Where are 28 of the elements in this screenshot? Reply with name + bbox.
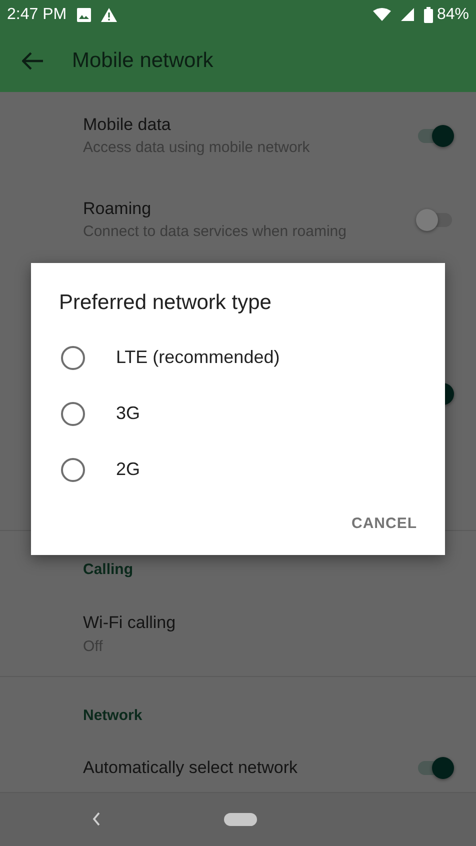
radio-option[interactable]: 3G bbox=[31, 386, 445, 442]
toggle-switch[interactable] bbox=[416, 124, 454, 148]
screen-title: Mobile network bbox=[72, 48, 214, 74]
setting-title: Roaming bbox=[83, 198, 152, 220]
radio-button[interactable] bbox=[61, 402, 85, 426]
radio-button[interactable] bbox=[61, 346, 85, 370]
setting-title: Automatically select network bbox=[83, 756, 298, 779]
warning-icon bbox=[100, 8, 117, 22]
cancel-button[interactable]: CANCEL bbox=[344, 506, 425, 541]
back-chevron-icon[interactable] bbox=[92, 812, 101, 826]
toggle-switch[interactable] bbox=[416, 756, 454, 780]
signal-icon bbox=[400, 8, 414, 22]
section-header: Network bbox=[82, 706, 144, 726]
back-arrow-icon[interactable] bbox=[22, 52, 44, 70]
home-pill-icon[interactable] bbox=[224, 812, 257, 826]
wifi-icon bbox=[372, 8, 391, 22]
battery-percent: 84% bbox=[436, 4, 469, 25]
dialog-title: Preferred network type bbox=[59, 290, 272, 316]
toggle-switch[interactable] bbox=[416, 208, 454, 232]
status-time: 2:47 PM bbox=[7, 4, 67, 25]
setting-title: Mobile data bbox=[83, 114, 172, 136]
image-icon bbox=[76, 8, 91, 22]
radio-option[interactable]: LTE (recommended) bbox=[31, 330, 445, 386]
battery-icon bbox=[424, 6, 433, 23]
radio-button[interactable] bbox=[61, 458, 85, 482]
setting-title: Wi-Fi calling bbox=[83, 612, 176, 634]
radio-option[interactable]: 2G bbox=[31, 442, 445, 498]
section-header: Calling bbox=[82, 560, 134, 580]
